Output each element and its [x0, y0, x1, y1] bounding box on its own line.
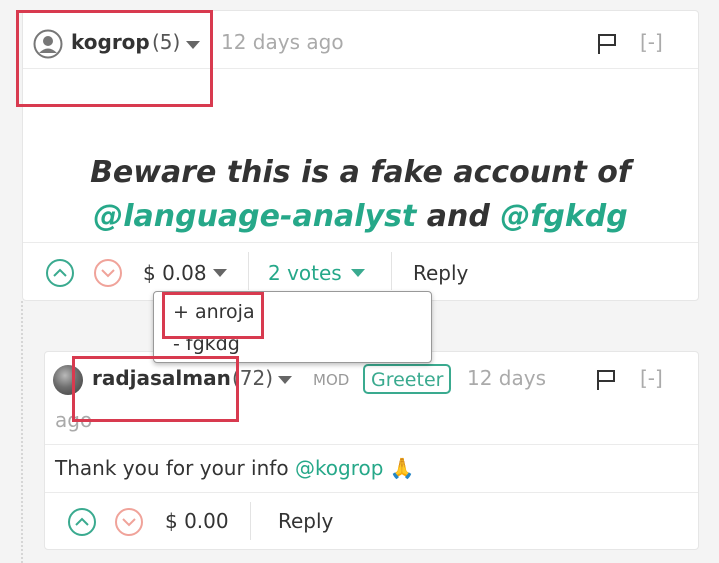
downvote-icon[interactable] [94, 259, 122, 287]
folded-hands-icon: 🙏 [389, 456, 415, 480]
reply-button[interactable]: Reply [413, 261, 468, 285]
footer-divider [23, 242, 698, 243]
downvote-icon[interactable] [115, 508, 143, 536]
highlight-box [72, 356, 239, 422]
highlight-box [16, 10, 213, 107]
mention-link[interactable]: @fgkdg [500, 199, 627, 234]
reply-button[interactable]: Reply [278, 509, 333, 533]
footer-separator [391, 252, 392, 290]
comment-timestamp[interactable]: 12 days ago [221, 30, 344, 54]
mod-label: MOD [313, 371, 350, 389]
chevron-down-icon[interactable] [278, 376, 292, 384]
mention-link[interactable]: @kogrop [295, 456, 384, 480]
chevron-down-icon[interactable] [213, 269, 227, 277]
conjunction-text: and [426, 199, 490, 234]
comment-timestamp[interactable]: 12 days [467, 366, 546, 390]
header-divider [45, 444, 698, 445]
collapse-toggle[interactable]: [-] [640, 30, 663, 54]
footer-separator [248, 252, 249, 290]
mention-link[interactable]: @language-analyst [93, 199, 416, 234]
collapse-toggle[interactable]: [-] [640, 366, 663, 390]
thread-line [21, 301, 23, 563]
footer-divider [45, 492, 698, 493]
highlight-box [162, 292, 264, 339]
comment-body: Beware this is a fake account of @langua… [23, 151, 698, 239]
upvote-icon[interactable] [46, 259, 74, 287]
comment-body-line1: Beware this is a fake account of [90, 155, 631, 190]
payout-value[interactable]: $ 0.08 [143, 261, 207, 285]
votes-count[interactable]: 2 votes [268, 261, 342, 285]
footer-separator [250, 502, 251, 540]
role-badge: Greeter [363, 364, 452, 394]
upvote-icon[interactable] [68, 508, 96, 536]
flag-icon[interactable] [596, 33, 618, 59]
payout-value[interactable]: $ 0.00 [165, 509, 229, 533]
flag-icon[interactable] [595, 369, 617, 395]
comment-body-text: Thank you for your info [55, 456, 289, 480]
chevron-down-icon[interactable] [351, 269, 365, 277]
comment-body: Thank you for your info @kogrop 🙏 [55, 456, 415, 480]
